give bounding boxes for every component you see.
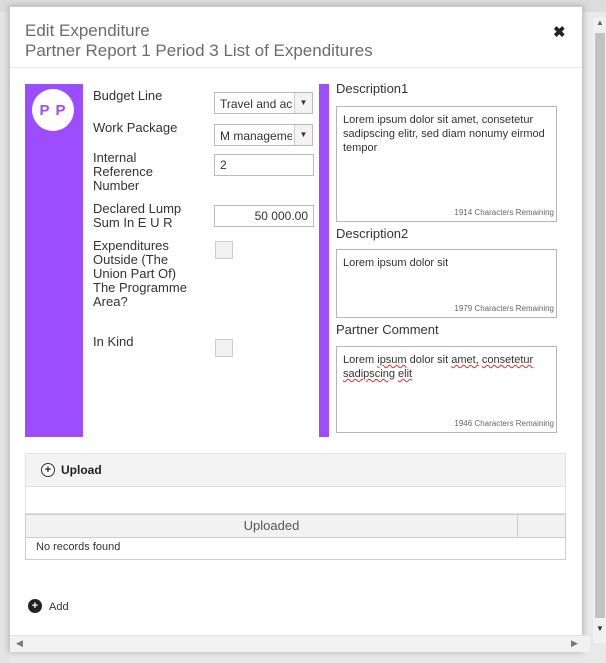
declared-lump-sum-label: Declared Lump Sum In E U R [93,201,182,230]
scroll-left-icon[interactable]: ◀ [16,638,23,649]
description1-textarea[interactable]: Lorem ipsum dolor sit amet, consetetur s… [336,106,557,222]
budget-line-label: Budget Line [93,88,163,103]
scrollbar-thumb[interactable] [595,33,605,618]
upload-drop-zone[interactable] [25,487,566,514]
comment-word: Lorem [343,354,375,366]
internal-reference-input[interactable]: 2 [214,154,314,176]
partner-accent-bar: P P [25,84,83,437]
comment-word-misspelled: sadipscing [343,368,395,380]
edit-expenditure-dialog: Edit Expenditure Partner Report 1 Period… [9,6,606,652]
title-divider [10,67,582,68]
partner-comment-text: Lorem ipsum dolor sit amet, consetetur s… [343,354,533,380]
partner-comment-label: Partner Comment [336,322,439,337]
comment-word-misspelled: elit [398,368,413,380]
chevron-down-icon[interactable]: ▼ [294,93,312,113]
scroll-up-icon[interactable]: ▲ [596,18,604,27]
internal-reference-label: Internal Reference Number [93,150,153,193]
chevron-down-icon[interactable]: ▼ [294,125,312,145]
description1-text: Lorem ipsum dolor sit amet, consetetur s… [343,114,545,154]
in-kind-checkbox[interactable] [215,339,233,357]
scroll-down-icon[interactable]: ▼ [596,624,604,633]
comment-word-misspelled: consetetur [481,354,534,366]
declared-lump-sum-input[interactable]: 50 000.00 [214,205,314,227]
comment-word-misspelled: ipsum [377,354,407,366]
add-label[interactable]: Add [49,601,69,613]
in-kind-label: In Kind [93,334,134,349]
description2-remaining: 1979 Characters Remaining [454,304,554,313]
work-package-select[interactable]: M manageme ▼ [214,124,313,146]
description1-label: Description1 [336,81,409,96]
dialog-title: Edit Expenditure Partner Report 1 Period… [25,21,373,61]
plus-circle-icon[interactable]: + [41,463,55,477]
outside-area-checkbox[interactable] [215,241,233,259]
uploaded-column-header[interactable]: Uploaded [26,515,518,537]
budget-line-select[interactable]: Travel and ac ▼ [214,92,313,114]
uploaded-grid: Uploaded No records found [25,514,566,560]
work-package-label: Work Package [93,120,178,135]
dialog-title-main: Edit Expenditure [25,21,150,40]
plus-circle-icon[interactable]: + [28,599,42,613]
grid-header: Uploaded [26,515,565,538]
dialog-title-sub: Partner Report 1 Period 3 List of Expend… [25,41,373,60]
description2-label: Description2 [336,226,409,241]
scroll-right-icon[interactable]: ▶ [571,638,578,649]
comment-word: dolor sit [409,354,449,366]
description-accent-bar [319,84,329,437]
upload-button[interactable]: Upload [61,463,102,477]
upload-header: + Upload [25,453,566,487]
avatar: P P [32,89,74,131]
description1-remaining: 1914 Characters Remaining [454,208,554,217]
work-package-value: M manageme [220,129,292,143]
outside-area-label: Expenditures Outside (The Union Part Of)… [93,238,187,309]
expenditure-form-panel: P P Budget Line Travel and ac ▼ Work Pac… [25,84,314,437]
comment-word-misspelled: amet, [451,354,479,366]
grid-empty-message: No records found [36,541,121,553]
horizontal-scrollbar[interactable]: ◀ ▶ [10,635,590,652]
partner-comment-remaining: 1946 Characters Remaining [454,419,554,428]
partner-comment-textarea[interactable]: Lorem ipsum dolor sit amet, consetetur s… [336,346,557,433]
vertical-scrollbar[interactable]: ▲ ▼ [593,17,606,643]
description2-text: Lorem ipsum dolor sit [343,257,449,269]
budget-line-value: Travel and ac [220,97,292,111]
close-icon[interactable]: ✖ [553,23,566,41]
description2-textarea[interactable]: Lorem ipsum dolor sit 1979 Characters Re… [336,249,557,318]
